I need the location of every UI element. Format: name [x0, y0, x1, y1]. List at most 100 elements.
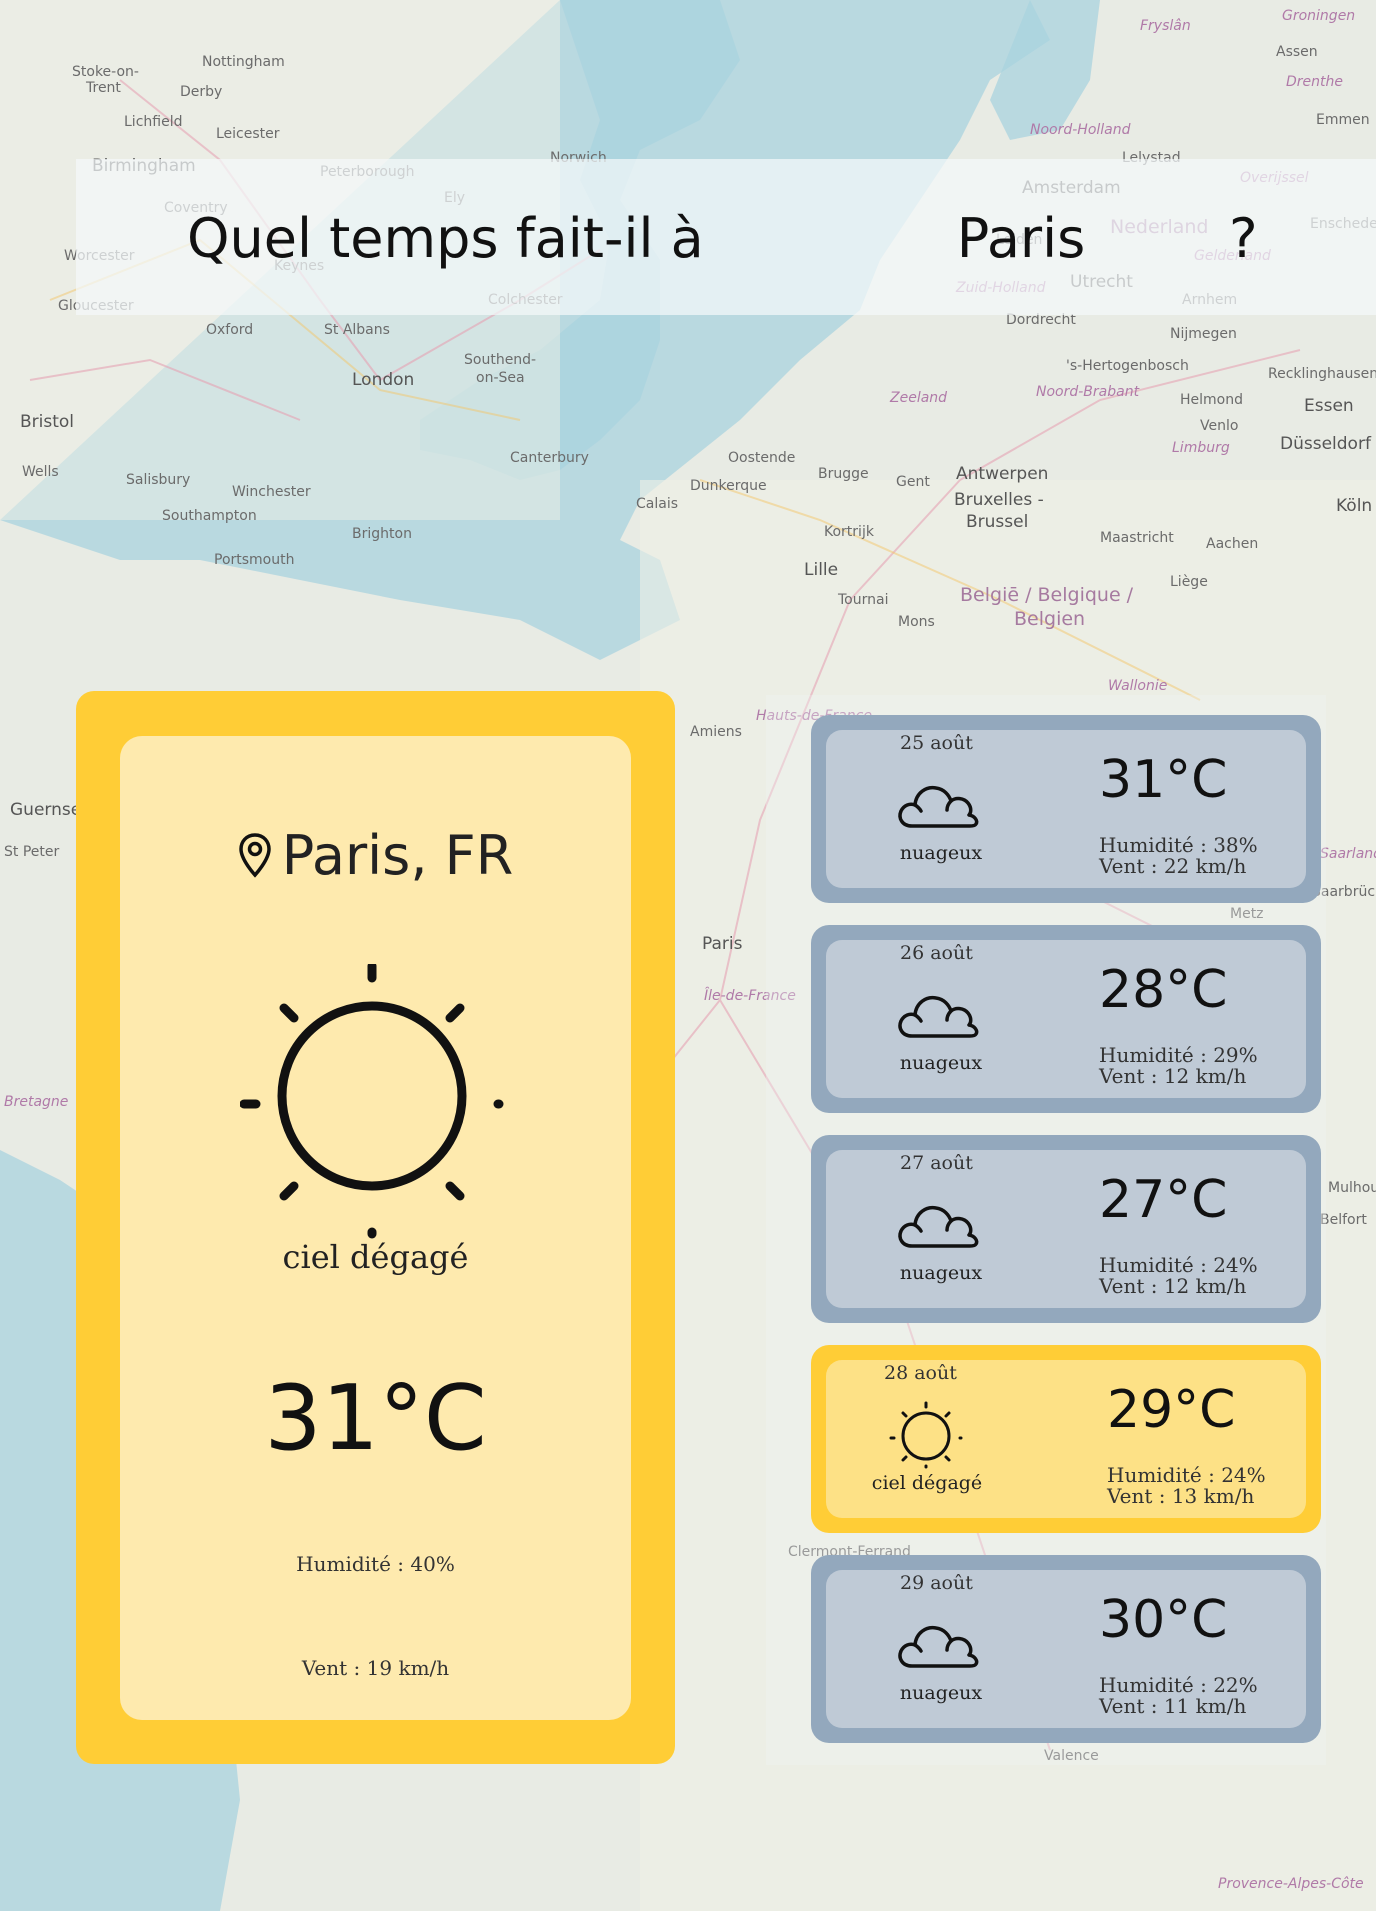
forecast-temperature: 29°C [1107, 1380, 1236, 1440]
map-place-label: 's-Hertogenbosch [1066, 358, 1189, 374]
forecast-card[interactable]: 27 août nuageux 27°C Humidité : 24% Vent… [811, 1135, 1321, 1323]
forecast-card[interactable]: 26 août nuageux 28°C Humidité : 29% Vent… [811, 925, 1321, 1113]
forecast-card-inner: 28 août ciel dégagé 29°C Humidité : 24% … [826, 1360, 1306, 1518]
map-place-label: Liège [1170, 574, 1208, 590]
map-place-label: Groningen [1282, 8, 1356, 24]
cloud-icon [898, 1205, 979, 1248]
map-place-label: Oostende [728, 450, 796, 466]
map-place-label: Belfort [1320, 1212, 1367, 1228]
map-place-label: Trent [86, 80, 121, 96]
map-place-label: Derby [180, 84, 223, 100]
location-pin-icon [238, 833, 271, 878]
forecast-date: 25 août [900, 732, 973, 754]
map-place-label: Salisbury [126, 472, 191, 488]
map-place-label: Mulhouse [1328, 1180, 1376, 1196]
forecast-card-inner: 26 août nuageux 28°C Humidité : 29% Vent… [826, 940, 1306, 1098]
map-place-label: Belgiē / Belgique / [960, 584, 1134, 606]
map-place-label: Noord-Brabant [1036, 384, 1140, 400]
map-place-label: Wallonie [1108, 678, 1168, 694]
forecast-description: nuageux [899, 1052, 983, 1074]
map-place-label: Amiens [690, 724, 742, 740]
map-place-label: Düsseldorf [1280, 434, 1371, 454]
map-place-label: Wells [22, 464, 59, 480]
city-input[interactable] [876, 203, 1166, 273]
map-place-label: Leicester [216, 126, 280, 142]
map-place-label: St Albans [324, 322, 390, 338]
map-place-label: Dunkerque [690, 478, 767, 494]
map-place-label: Brussel [966, 512, 1029, 532]
map-place-label: Kortrijk [824, 524, 874, 540]
forecast-date: 29 août [900, 1572, 973, 1594]
map-place-label: Maastricht [1100, 530, 1174, 546]
map-place-label: Helmond [1180, 392, 1243, 408]
map-place-label: Limburg [1172, 440, 1230, 456]
forecast-card[interactable]: 28 août ciel dégagé 29°C Humidité : 24% … [811, 1345, 1321, 1533]
map-place-label: Essen [1304, 396, 1354, 416]
map-place-label: Oxford [206, 322, 254, 338]
forecast-card-inner: 27 août nuageux 27°C Humidité : 24% Vent… [826, 1150, 1306, 1308]
forecast-date: 27 août [900, 1152, 973, 1174]
current-weather-inner: Paris, FR ciel dégagé 31°C Humidité : 40… [120, 736, 631, 1720]
current-description: ciel dégagé [282, 1238, 469, 1276]
map-place-label: Mons [898, 614, 935, 630]
map-place-label: Antwerpen [956, 464, 1049, 484]
map-place-label: Venlo [1200, 418, 1239, 434]
map-place-label: Köln [1336, 496, 1373, 516]
forecast-card-inner: 29 août nuageux 30°C Humidité : 22% Vent… [826, 1570, 1306, 1728]
forecast-wind: Vent : 11 km/h [1099, 1694, 1247, 1718]
current-location: Paris, FR [281, 824, 514, 887]
map-place-label: Paris [702, 934, 743, 954]
map-place-label: Recklinghausen [1268, 366, 1376, 382]
cloud-icon [898, 785, 979, 828]
forecast-temperature: 28°C [1099, 960, 1228, 1020]
current-temperature: 31°C [264, 1366, 487, 1471]
map-place-label: Portsmouth [214, 552, 295, 568]
map-place-label: Bruxelles - [954, 490, 1044, 510]
forecast-date: 28 août [884, 1362, 957, 1384]
forecast-wind: Vent : 13 km/h [1107, 1484, 1255, 1508]
cloud-icon [898, 995, 979, 1038]
forecast-card[interactable]: 29 août nuageux 30°C Humidité : 22% Vent… [811, 1555, 1321, 1743]
map-place-label: Nijmegen [1170, 326, 1237, 342]
search-question-mark: ? [1229, 207, 1258, 270]
forecast-date: 26 août [900, 942, 973, 964]
current-humidity: Humidité : 40% [296, 1552, 455, 1576]
map-place-label: Aachen [1206, 536, 1259, 552]
map-place-label: Drenthe [1286, 74, 1343, 90]
sun-icon [889, 1401, 963, 1469]
map-place-label: Bristol [20, 412, 75, 432]
map-place-label: Lichfield [124, 114, 183, 130]
map-place-label: Assen [1276, 44, 1318, 60]
forecast-wind: Vent : 12 km/h [1099, 1274, 1247, 1298]
current-weather-card: Paris, FR ciel dégagé 31°C Humidité : 40… [76, 691, 675, 1764]
forecast-description: nuageux [899, 1262, 983, 1284]
map-place-label: Brighton [352, 526, 412, 542]
map-place-label: Bretagne [4, 1094, 69, 1110]
map-place-label: Emmen [1316, 112, 1370, 128]
map-place-label: Stoke-on- [72, 64, 139, 80]
current-wind: Vent : 19 km/h [301, 1656, 450, 1680]
map-place-label: Gent [896, 474, 930, 490]
map-place-label: on-Sea [476, 370, 525, 386]
sun-icon [240, 964, 504, 1239]
location-row: Paris, FR [120, 824, 631, 887]
map-place-label: Belgien [1014, 608, 1086, 630]
map-place-label: Calais [636, 496, 679, 512]
map-place-label: Fryslân [1140, 18, 1191, 34]
map-place-label: Brugge [818, 466, 869, 482]
map-place-label: Winchester [232, 484, 311, 500]
map-place-label: Zeeland [890, 390, 948, 406]
forecast-card[interactable]: 25 août nuageux 31°C Humidité : 38% Vent… [811, 715, 1321, 903]
map-place-label: Nottingham [202, 54, 285, 70]
forecast-description: ciel dégagé [871, 1472, 983, 1494]
map-place-label: Tournai [838, 592, 889, 608]
map-place-label: St Peter [4, 844, 60, 860]
map-place-label: London [352, 370, 415, 390]
forecast-description: nuageux [899, 842, 983, 864]
map-place-label: Southend- [464, 352, 537, 368]
map-place-label: Noord-Holland [1030, 122, 1131, 138]
search-bar: Quel temps fait-il à ? [76, 159, 1376, 315]
map-place-label: Canterbury [510, 450, 589, 466]
forecast-wind: Vent : 22 km/h [1099, 854, 1247, 878]
forecast-card-inner: 25 août nuageux 31°C Humidité : 38% Vent… [826, 730, 1306, 888]
